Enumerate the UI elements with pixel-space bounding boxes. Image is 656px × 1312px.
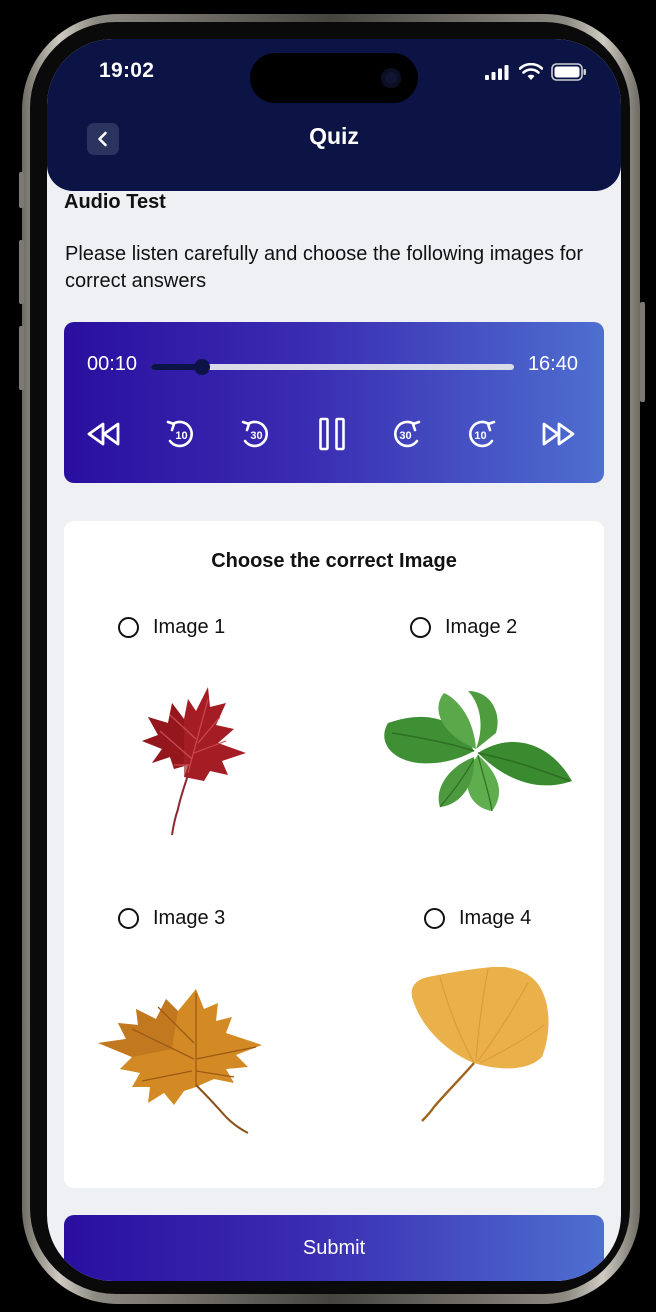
skip-back-30-icon: 30	[241, 420, 268, 448]
option-label: Image 4	[459, 907, 532, 929]
skip-back-10-icon: 10	[166, 420, 193, 448]
camera-icon	[381, 68, 401, 88]
red-maple-leaf-image[interactable]	[122, 669, 252, 839]
pause-icon	[319, 417, 345, 451]
skip-forward-10-icon: 10	[469, 420, 496, 448]
option-image-1[interactable]: Image 1	[118, 616, 225, 639]
progress-slider[interactable]	[151, 359, 514, 375]
orange-maple-leaf-image[interactable]	[98, 989, 262, 1134]
instructions-text: Please listen carefully and choose the f…	[65, 243, 584, 292]
rewind-button[interactable]	[84, 414, 124, 454]
skip-forward-30-icon: 30	[394, 420, 421, 448]
battery-icon	[551, 63, 586, 81]
option-image-4[interactable]: Image 4	[424, 907, 531, 930]
fast-forward-icon	[542, 422, 575, 446]
app-header: 19:02 Quiz	[47, 39, 621, 191]
skip-forward-10-label: 10	[474, 430, 486, 442]
player-controls: 10 30 30 10	[64, 414, 604, 454]
radio-button[interactable]	[424, 908, 445, 929]
option-image-3[interactable]: Image 3	[118, 907, 225, 930]
option-image-2[interactable]: Image 2	[410, 616, 517, 639]
skip-back-30-button[interactable]: 30	[236, 414, 276, 454]
ginkgo-leaf-image[interactable]	[411, 967, 549, 1122]
volume-down-button	[19, 326, 24, 390]
progress-thumb[interactable]	[193, 359, 210, 375]
current-time: 00:10	[87, 353, 138, 375]
rewind-icon	[87, 422, 120, 446]
skip-forward-10-button[interactable]: 10	[461, 414, 501, 454]
action-button	[19, 172, 24, 208]
radio-button[interactable]	[118, 617, 139, 638]
wifi-icon	[519, 63, 543, 80]
dynamic-island	[250, 53, 418, 103]
skip-back-10-label: 10	[175, 430, 187, 442]
skip-back-30-label: 30	[250, 430, 262, 442]
pause-button[interactable]	[312, 414, 352, 454]
status-time: 19:02	[99, 59, 155, 82]
skip-forward-30-button[interactable]: 30	[386, 414, 426, 454]
total-time: 16:40	[527, 353, 578, 375]
option-label: Image 3	[153, 907, 226, 929]
skip-back-10-button[interactable]: 10	[161, 414, 201, 454]
fast-forward-button[interactable]	[538, 414, 578, 454]
skip-forward-30-label: 30	[399, 430, 411, 442]
radio-button[interactable]	[118, 908, 139, 929]
cellular-signal-icon	[485, 65, 509, 80]
question-card: Choose the correct Image Image 1 Image 2…	[64, 521, 604, 1188]
basil-leaves-image[interactable]	[384, 691, 572, 812]
volume-up-button	[19, 240, 24, 304]
page-title: Quiz	[309, 123, 359, 149]
option-label: Image 1	[153, 616, 226, 638]
audio-player: 00:10 16:40 10 30 30 10	[64, 322, 604, 483]
section-title: Audio Test	[64, 191, 166, 213]
app-screen: 19:02 Quiz Audio Test Please listen care…	[47, 39, 621, 1281]
question-title: Choose the correct Image	[211, 550, 457, 572]
power-button	[640, 302, 645, 402]
status-icons	[485, 63, 587, 81]
radio-button[interactable]	[410, 617, 431, 638]
option-label: Image 2	[445, 616, 518, 638]
submit-button[interactable]: Submit	[64, 1215, 604, 1281]
